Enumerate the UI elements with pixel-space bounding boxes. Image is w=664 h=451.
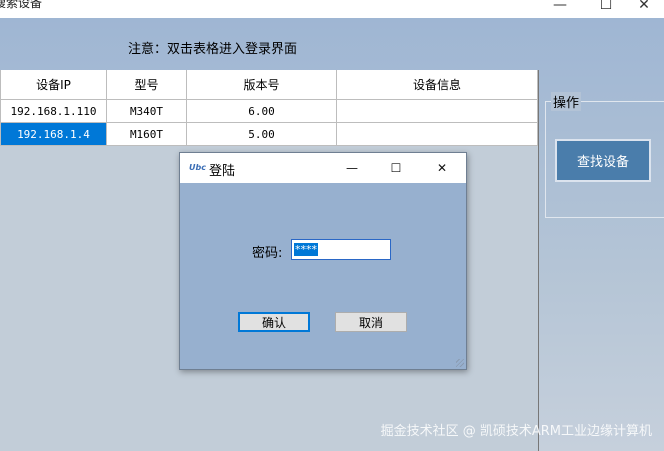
cell-info[interactable]: [336, 99, 538, 123]
password-field[interactable]: ****: [291, 239, 391, 260]
password-value: ****: [294, 243, 318, 256]
table-row[interactable]: 192.168.1.110 M340T 6.00: [0, 99, 538, 123]
cell-version[interactable]: 6.00: [186, 99, 337, 123]
cell-info[interactable]: [336, 122, 538, 146]
table-header-row: 设备IP 型号 版本号 设备信息: [0, 70, 538, 100]
device-table: 设备IP 型号 版本号 设备信息 192.168.1.110 M340T 6.0…: [0, 70, 538, 146]
main-titlebar: 搜索设备 — ☐ ✕: [0, 0, 664, 18]
cell-model[interactable]: M340T: [106, 99, 187, 123]
dialog-minimize-button[interactable]: —: [330, 153, 374, 183]
login-dialog-titlebar[interactable]: Ubc 登陆 — ☐ ✕: [180, 153, 466, 183]
find-device-button[interactable]: 查找设备: [555, 139, 651, 182]
password-label: 密码:: [252, 246, 283, 261]
operations-group-label: 操作: [551, 92, 582, 111]
cell-ip[interactable]: 192.168.1.110: [0, 99, 107, 123]
app-icon: Ubc: [189, 163, 206, 172]
cancel-button[interactable]: 取消: [335, 312, 407, 332]
column-header-info[interactable]: 设备信息: [336, 70, 538, 100]
notice-text: 注意：双击表格进入登录界面: [128, 42, 298, 57]
column-header-ip[interactable]: 设备IP: [0, 70, 107, 100]
cell-ip[interactable]: 192.168.1.4: [0, 122, 107, 146]
column-header-version[interactable]: 版本号: [186, 70, 337, 100]
table-row[interactable]: 192.168.1.4 M160T 5.00: [0, 122, 538, 146]
cell-model[interactable]: M160T: [106, 122, 187, 146]
dialog-close-button[interactable]: ✕: [420, 153, 464, 183]
main-window-title: 搜索设备: [0, 0, 43, 10]
resize-grip-icon[interactable]: [456, 359, 464, 367]
close-button[interactable]: ✕: [622, 0, 664, 16]
login-dialog-title: 登陆: [209, 164, 236, 179]
confirm-button[interactable]: 确认: [238, 312, 310, 332]
column-header-model[interactable]: 型号: [106, 70, 187, 100]
minimize-button[interactable]: —: [538, 0, 582, 16]
login-dialog: Ubc 登陆 — ☐ ✕ 密码: **** 确认 取消: [179, 152, 467, 370]
cell-version[interactable]: 5.00: [186, 122, 337, 146]
dialog-maximize-button[interactable]: ☐: [374, 153, 418, 183]
watermark: 掘金技术社区 @ 凯硕技术ARM工业边缘计算机: [380, 424, 652, 439]
